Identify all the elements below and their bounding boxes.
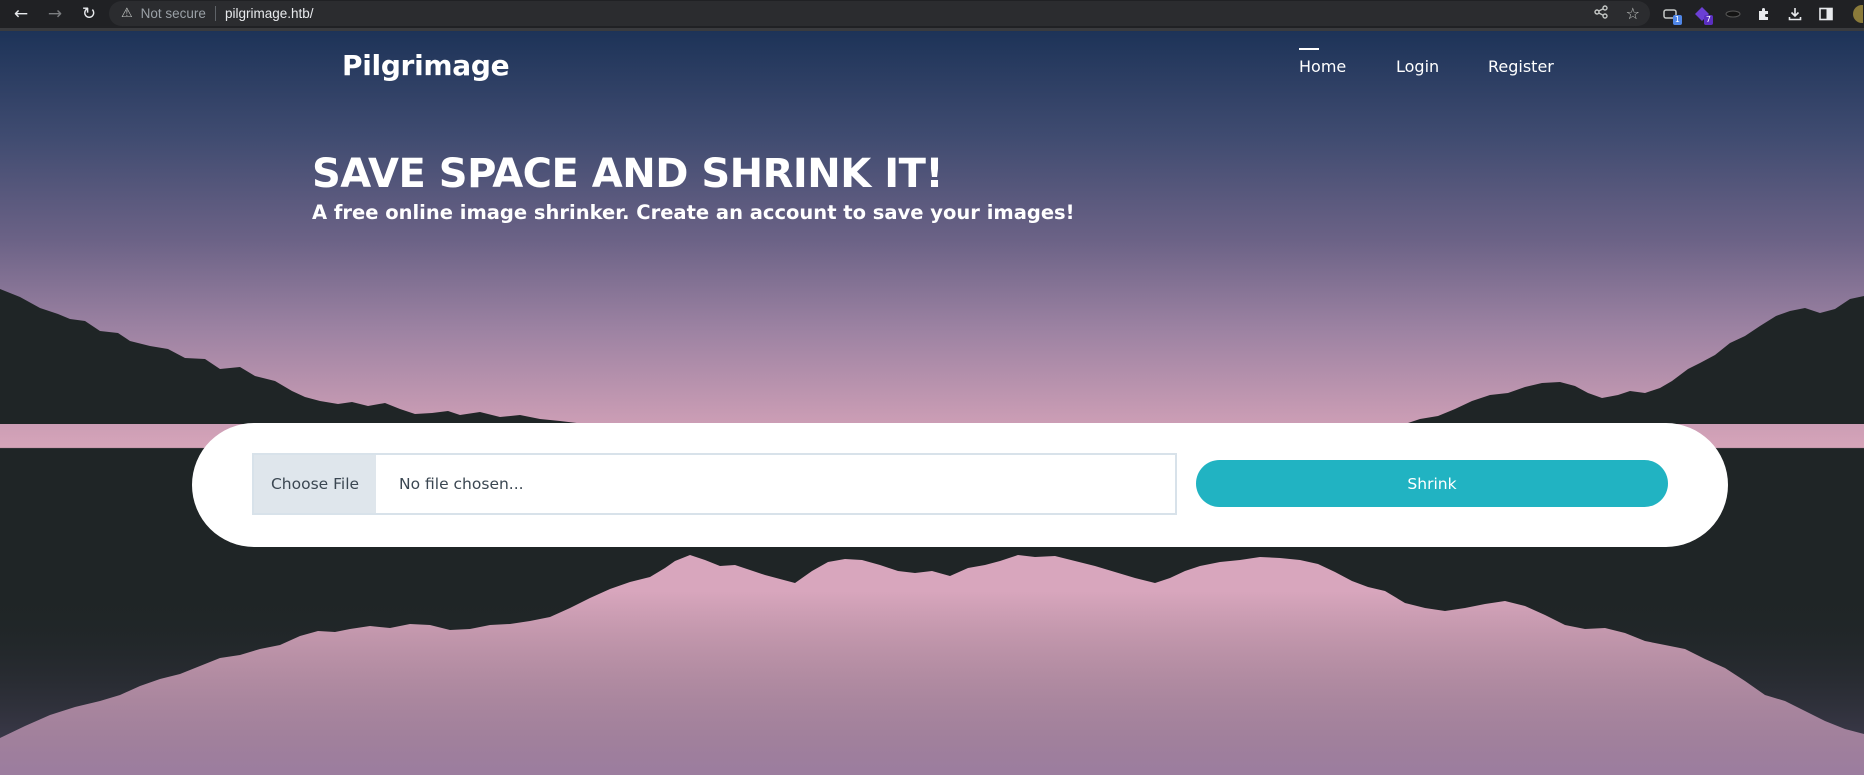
page-viewport: Pilgrimage Home Login Register SAVE SPAC… — [0, 31, 1864, 775]
puzzle-icon[interactable] — [1753, 3, 1775, 25]
profile-avatar-icon[interactable] — [1846, 3, 1864, 25]
nav-link-register[interactable]: Register — [1488, 57, 1554, 76]
bookmark-star-icon[interactable]: ☆ — [1626, 4, 1640, 23]
address-divider — [214, 6, 216, 21]
extension-badge: 7 — [1703, 15, 1713, 25]
side-panel-icon[interactable] — [1815, 3, 1837, 25]
forward-icon[interactable]: → — [38, 0, 72, 28]
nav-link-login[interactable]: Login — [1396, 57, 1439, 76]
hero-subtitle: A free online image shrinker. Create an … — [312, 201, 1075, 224]
extensions-area: 1 7 — [1660, 0, 1864, 28]
upload-form: Choose File No file chosen... Shrink — [192, 423, 1728, 547]
back-icon[interactable]: ← — [4, 0, 38, 28]
download-icon[interactable] — [1784, 3, 1806, 25]
site-logo[interactable]: Pilgrimage — [342, 49, 510, 82]
extension-badge: 1 — [1672, 15, 1682, 25]
site-navbar: Pilgrimage Home Login Register — [0, 31, 1864, 107]
extension-icon[interactable] — [1722, 3, 1744, 25]
hero-title: SAVE SPACE AND SHRINK IT! — [312, 151, 944, 197]
extension-icon[interactable]: 1 — [1660, 3, 1682, 25]
warning-icon: ⚠ — [121, 6, 133, 21]
share-icon[interactable] — [1593, 4, 1608, 23]
reload-icon[interactable]: ↻ — [72, 0, 106, 28]
nav-link-home[interactable]: Home — [1299, 48, 1346, 76]
url-text[interactable]: pilgrimage.htb/ — [225, 6, 314, 21]
shrink-button[interactable]: Shrink — [1196, 460, 1668, 507]
choose-file-button[interactable]: Choose File — [254, 455, 376, 513]
file-status-text: No file chosen... — [399, 475, 524, 493]
mountain-landscape-illustration — [0, 289, 1864, 775]
browser-toolbar: ← → ↻ ⚠ Not secure pilgrimage.htb/ ☆ 1 7 — [0, 0, 1864, 31]
extension-icon[interactable]: 7 — [1691, 3, 1713, 25]
file-input[interactable]: Choose File No file chosen... — [252, 453, 1177, 515]
security-status: Not secure — [140, 6, 206, 21]
address-bar[interactable]: ⚠ Not secure pilgrimage.htb/ ☆ — [109, 1, 1650, 26]
